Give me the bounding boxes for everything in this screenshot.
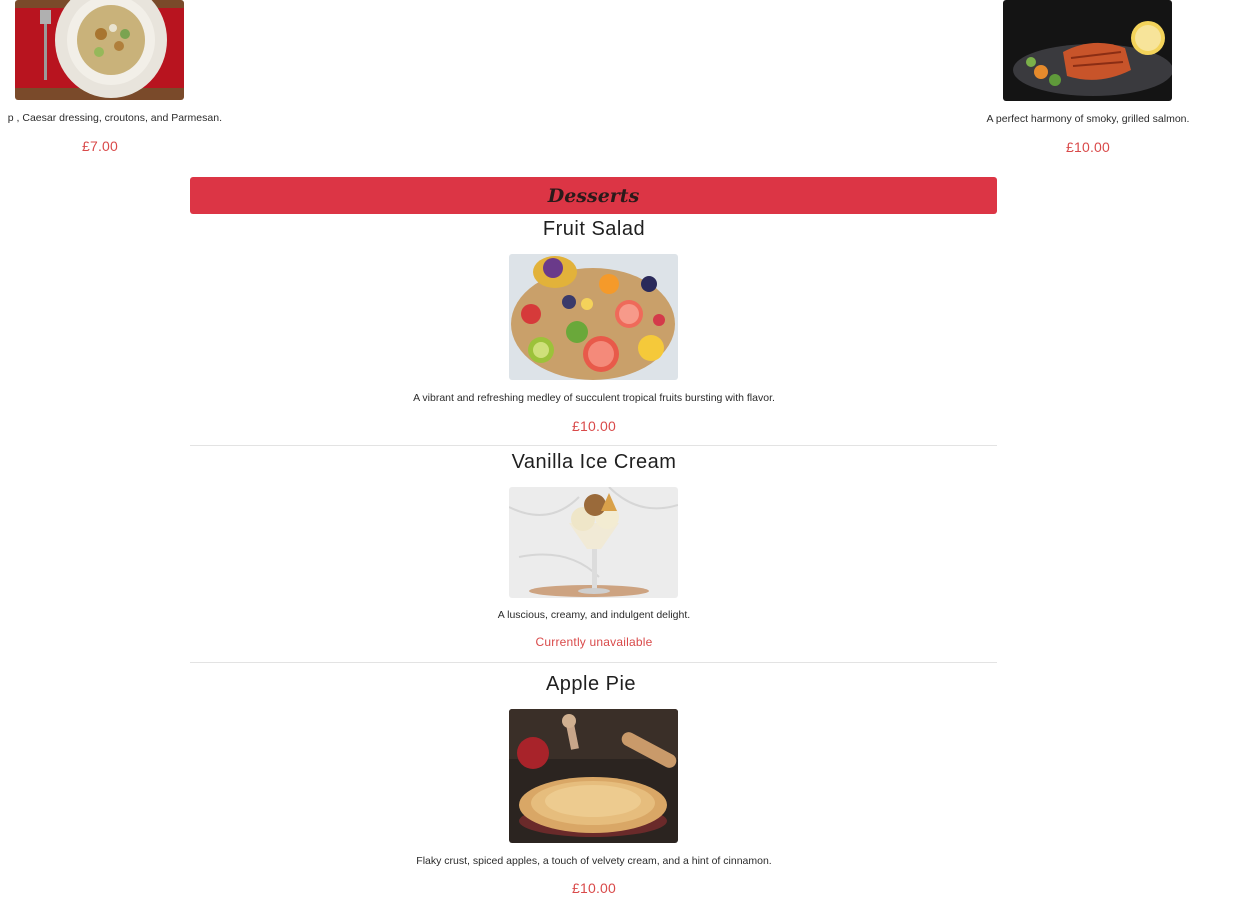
menu-item-description: Flaky crust, spiced apples, a touch of v… bbox=[416, 855, 772, 867]
menu-item-title: Fruit Salad bbox=[542, 218, 646, 240]
apple-pie-image bbox=[509, 709, 678, 843]
menu-item-description: A vibrant and refreshing medley of succu… bbox=[413, 392, 775, 404]
item-divider bbox=[190, 662, 997, 663]
availability-status: Currently unavailable bbox=[535, 635, 653, 649]
caesar-salad-price: £7.00 bbox=[81, 138, 119, 154]
fruit-salad-image bbox=[509, 254, 678, 380]
item-divider bbox=[190, 445, 997, 446]
grilled-salmon-description: A perfect harmony of smoky, grilled salm… bbox=[986, 113, 1190, 125]
menu-item-description: A luscious, creamy, and indulgent deligh… bbox=[497, 609, 691, 621]
grilled-salmon-price: £10.00 bbox=[1065, 139, 1111, 155]
caesar-salad-description: p , Caesar dressing, croutons, and Parme… bbox=[7, 112, 222, 124]
menu-item-price: £10.00 bbox=[571, 880, 617, 896]
caesar-salad-image bbox=[15, 0, 184, 100]
desserts-section-header: Desserts bbox=[190, 177, 997, 214]
section-title: Desserts bbox=[547, 184, 640, 207]
menu-item-price: £10.00 bbox=[571, 418, 617, 434]
grilled-salmon-image bbox=[1003, 0, 1172, 101]
menu-item-title: Vanilla Ice Cream bbox=[511, 451, 677, 473]
ice-cream-image bbox=[509, 487, 678, 598]
menu-item-title: Apple Pie bbox=[545, 673, 637, 695]
